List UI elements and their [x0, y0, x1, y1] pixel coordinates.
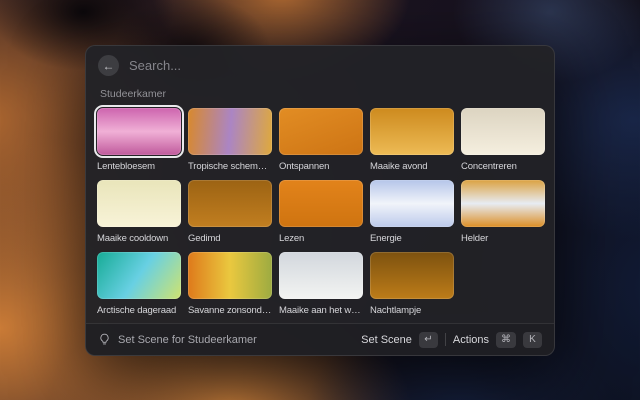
scene-name: Nachtlampje: [370, 305, 454, 316]
set-scene-action[interactable]: Set Scene: [361, 334, 412, 346]
scene-name: Maaike aan het werk: [279, 305, 363, 316]
footer-divider: [445, 333, 446, 346]
scene-name: Lentebloesem: [97, 161, 181, 172]
scene-thumbnail: [188, 252, 272, 299]
back-arrow-icon: ←: [103, 60, 115, 72]
scene-card[interactable]: Maaike avond: [370, 108, 454, 172]
scene-card[interactable]: Arctische dageraad: [97, 252, 181, 316]
scene-thumbnail: [370, 252, 454, 299]
scene-name: Energie: [370, 233, 454, 244]
scene-card[interactable]: Savanne zonsonderg…: [188, 252, 272, 316]
scene-name: Lezen: [279, 233, 363, 244]
scene-thumbnail: [279, 108, 363, 155]
k-key-badge: K: [523, 332, 542, 348]
scene-card[interactable]: Gedimd: [188, 180, 272, 244]
scene-thumbnail: [97, 180, 181, 227]
scene-card[interactable]: Energie: [370, 180, 454, 244]
actions-button[interactable]: Actions: [453, 334, 489, 346]
scene-thumbnail: [461, 180, 545, 227]
scene-thumbnail: [97, 108, 181, 155]
scene-thumbnail: [188, 108, 272, 155]
scene-name: Maaike cooldown: [97, 233, 181, 244]
scene-thumbnail: [188, 180, 272, 227]
scene-card[interactable]: Lezen: [279, 180, 363, 244]
scene-thumbnail: [461, 108, 545, 155]
palette-footer: Set Scene for Studeerkamer Set Scene ↵ A…: [86, 323, 554, 355]
scene-name: Ontspannen: [279, 161, 363, 172]
back-button[interactable]: ←: [98, 55, 119, 76]
enter-key-badge: ↵: [419, 332, 438, 348]
scene-name: Gedimd: [188, 233, 272, 244]
scene-thumbnail: [279, 180, 363, 227]
scene-thumbnail: [370, 108, 454, 155]
scene-thumbnail: [279, 252, 363, 299]
scene-card[interactable]: Helder: [461, 180, 545, 244]
scene-card[interactable]: Concentreren: [461, 108, 545, 172]
palette-header: ← Search...: [86, 46, 554, 81]
scene-card[interactable]: Maaike cooldown: [97, 180, 181, 244]
scene-card[interactable]: Tropische schemering: [188, 108, 272, 172]
scene-name: Concentreren: [461, 161, 545, 172]
scene-card[interactable]: Nachtlampje: [370, 252, 454, 316]
scene-name: Helder: [461, 233, 545, 244]
scene-name: Arctische dageraad: [97, 305, 181, 316]
footer-actions: Set Scene ↵ Actions ⌘ K: [361, 332, 542, 348]
cmd-key-badge: ⌘: [496, 332, 516, 348]
scene-name: Savanne zonsonderg…: [188, 305, 272, 316]
scene-card[interactable]: Ontspannen: [279, 108, 363, 172]
footer-context-label: Set Scene for Studeerkamer: [118, 334, 257, 346]
scene-name: Tropische schemering: [188, 161, 272, 172]
scene-card[interactable]: Maaike aan het werk: [279, 252, 363, 316]
scene-name: Maaike avond: [370, 161, 454, 172]
scene-card[interactable]: Lentebloesem: [97, 108, 181, 172]
scene-thumbnail: [370, 180, 454, 227]
scene-thumbnail: [97, 252, 181, 299]
lightbulb-icon: [98, 333, 111, 346]
section-label: Studeerkamer: [86, 81, 554, 103]
command-palette: ← Search... Studeerkamer Lentebloesem Tr…: [85, 45, 555, 356]
scenes-grid: Lentebloesem Tropische schemering Ontspa…: [86, 103, 554, 323]
search-input[interactable]: Search...: [129, 58, 542, 73]
